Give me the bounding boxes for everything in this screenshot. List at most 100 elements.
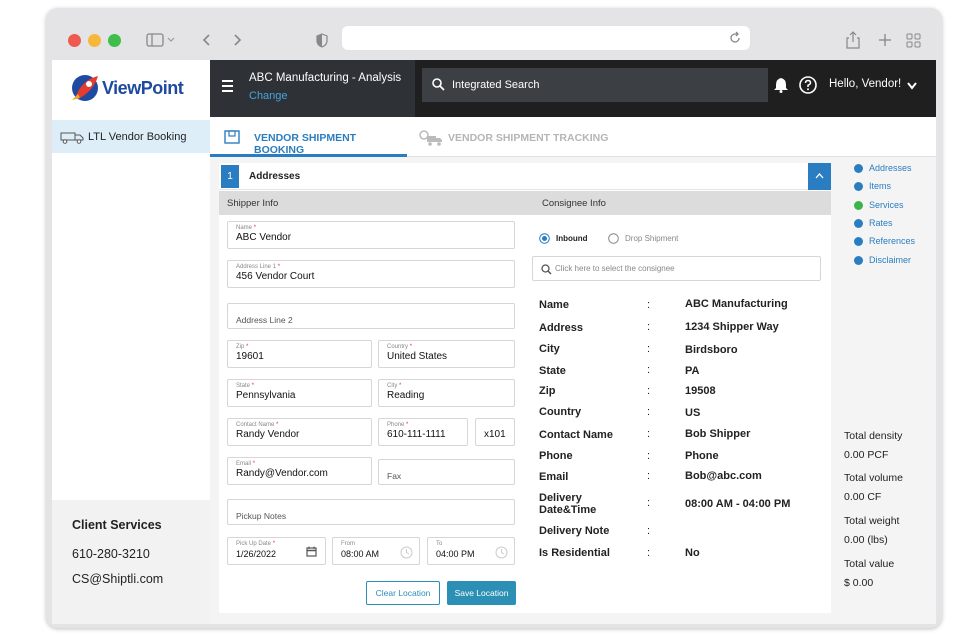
total-value-value: $ 0.00	[844, 577, 874, 589]
address-line-1-value: 456 Vendor Court	[236, 271, 315, 282]
consignee-row-label: Is Residential	[539, 547, 610, 559]
total-density-label: Total density	[844, 430, 903, 442]
maximize-window-button[interactable]	[108, 34, 121, 47]
user-greeting[interactable]: Hello, Vendor!	[829, 78, 901, 90]
new-tab-icon[interactable]	[878, 26, 892, 54]
project-selector[interactable]: ABC Manufacturing - Analysis Change	[210, 60, 415, 117]
chevron-down-icon[interactable]	[907, 82, 917, 90]
status-dot	[854, 255, 863, 265]
inbound-radio[interactable]: Inbound	[539, 233, 588, 244]
drop-shipment-radio[interactable]: Drop Shipment	[608, 233, 678, 244]
from-time-field[interactable]: From 08:00 AM	[332, 537, 420, 565]
share-icon[interactable]	[846, 26, 860, 54]
row-separator: :	[647, 385, 651, 397]
search-icon	[432, 78, 445, 91]
section-title: Addresses	[249, 171, 301, 182]
top-header: ABC Manufacturing - Analysis Change Inte…	[210, 60, 936, 117]
consignee-row-label: Country	[539, 406, 582, 418]
tab-vendor-shipment-booking[interactable]: VENDOR SHIPMENT BOOKING	[210, 117, 407, 157]
side-nav-references[interactable]: References	[854, 236, 915, 246]
row-separator: :	[647, 497, 651, 509]
side-nav-items[interactable]: Items	[854, 181, 891, 191]
phone-extension-field[interactable]: x101	[475, 418, 515, 446]
name-value: ABC Vendor	[236, 232, 292, 243]
state-field[interactable]: State * Pennsylvania	[227, 379, 372, 407]
to-time-field[interactable]: To 04:00 PM	[427, 537, 515, 565]
phone-field[interactable]: Phone * 610-111-1111	[378, 418, 468, 446]
country-field[interactable]: Country * United States	[378, 340, 515, 368]
email-field[interactable]: Email * Randy@Vendor.com	[227, 457, 372, 485]
save-location-button[interactable]: Save Location	[447, 581, 516, 605]
side-nav-services[interactable]: Services	[854, 200, 904, 210]
pickup-notes-field[interactable]: Pickup Notes	[227, 499, 515, 525]
integrated-search[interactable]: Integrated Search	[422, 68, 768, 102]
sidebar-toggle-icon[interactable]	[146, 26, 176, 54]
chevron-up-icon	[815, 173, 824, 179]
country-value: United States	[387, 351, 448, 362]
client-services-email[interactable]: CS@Shiptli.com	[72, 572, 210, 586]
address-bar[interactable]	[342, 26, 750, 50]
hamburger-menu-icon[interactable]	[222, 80, 233, 92]
calendar-icon[interactable]	[306, 546, 317, 557]
consignee-row-label: Contact Name	[539, 429, 613, 441]
consignee-row-label: Zip	[539, 385, 556, 397]
side-nav-disclaimer[interactable]: Disclaimer	[854, 255, 911, 265]
sidebar-item-ltl-vendor-booking[interactable]: LTL Vendor Booking	[52, 120, 210, 153]
logo-area: ViewPoint	[52, 60, 210, 117]
help-icon[interactable]	[799, 76, 817, 94]
close-window-button[interactable]	[68, 34, 81, 47]
tab-overview-icon[interactable]	[906, 26, 921, 54]
consignee-row-value: Bob@abc.com	[685, 470, 762, 482]
consignee-row-value: 1234 Shipper Way	[685, 321, 779, 333]
fax-field[interactable]: Fax	[378, 459, 515, 485]
consignee-search-input[interactable]: Click here to select the consignee	[532, 256, 821, 281]
row-separator: :	[647, 428, 651, 440]
clock-icon[interactable]	[400, 546, 413, 559]
back-icon[interactable]	[202, 26, 212, 54]
address-line-2-field[interactable]: Address Line 2	[227, 303, 515, 329]
contact-name-field[interactable]: Contact Name * Randy Vendor	[227, 418, 372, 446]
search-label: Integrated Search	[452, 79, 540, 91]
side-nav-rates[interactable]: Rates	[854, 218, 893, 228]
row-separator: :	[647, 470, 651, 482]
minimize-window-button[interactable]	[88, 34, 101, 47]
section-header: 1 Addresses	[219, 163, 831, 190]
rocket-logo-icon	[72, 75, 98, 101]
pickup-date-field[interactable]: Pick Up Date * 1/26/2022	[227, 537, 326, 565]
tab-bar: VENDOR SHIPMENT BOOKING VENDOR SHIPMENT …	[210, 117, 936, 157]
city-field[interactable]: City * Reading	[378, 379, 515, 407]
main-content: 1 Addresses Shipper Info Consignee Info …	[210, 157, 936, 624]
to-time-value: 04:00 PM	[436, 549, 475, 559]
address-line-2-placeholder: Address Line 2	[236, 315, 293, 325]
consignee-row-value: Phone	[685, 450, 719, 462]
phone-extension-value: x101	[484, 429, 506, 440]
clear-location-button[interactable]: Clear Location	[366, 581, 440, 605]
consignee-row-label: Address	[539, 322, 584, 334]
side-nav-addresses[interactable]: Addresses	[854, 163, 912, 173]
name-field[interactable]: Name * ABC Vendor	[227, 221, 515, 249]
consignee-row-value: 19508	[685, 385, 716, 397]
collapse-button[interactable]	[808, 163, 831, 190]
zip-value: 19601	[236, 351, 264, 362]
change-project-link[interactable]: Change	[249, 90, 288, 102]
state-value: Pennsylvania	[236, 390, 296, 401]
city-value: Reading	[387, 390, 425, 401]
forward-icon[interactable]	[232, 26, 242, 54]
bell-icon[interactable]	[774, 77, 788, 93]
shield-icon[interactable]	[316, 26, 328, 54]
consignee-search-placeholder: Click here to select the consignee	[555, 264, 675, 273]
radio-unselected-icon	[608, 233, 619, 244]
phone-value: 610-111-1111	[387, 429, 446, 440]
consignee-row-label: Delivery Date&Time	[539, 492, 597, 516]
row-separator: :	[647, 525, 651, 537]
address-line-1-field[interactable]: Address Line 1 * 456 Vendor Court	[227, 260, 515, 288]
reload-icon[interactable]	[728, 31, 742, 45]
inbound-label: Inbound	[556, 234, 588, 243]
tab-vendor-shipment-tracking[interactable]: VENDOR SHIPMENT TRACKING	[416, 117, 616, 157]
zip-field[interactable]: Zip * 19601	[227, 340, 372, 368]
consignee-info-heading: Consignee Info	[542, 198, 606, 209]
row-separator: :	[647, 547, 651, 559]
pickup-notes-placeholder: Pickup Notes	[236, 511, 287, 521]
clock-icon[interactable]	[495, 546, 508, 559]
total-weight-label: Total weight	[844, 515, 900, 527]
